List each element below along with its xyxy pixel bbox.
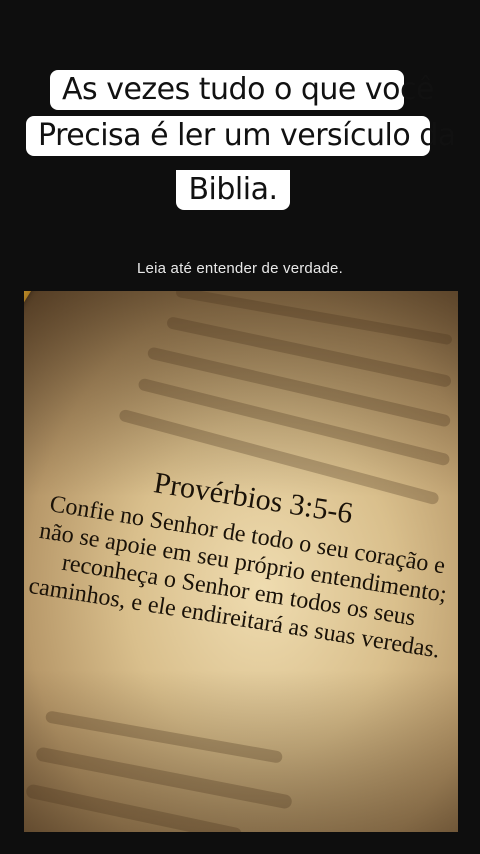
bible-page-photo: Provérbios 3:5-6 Confie no Senhor de tod… xyxy=(24,291,458,832)
caption-line-2: Precisa é ler um versículo da xyxy=(26,116,456,156)
subtitle-text: Leia até entender de verdade. xyxy=(137,260,343,277)
caption-line-1: As vezes tudo o que você xyxy=(50,70,434,110)
caption: As vezes tudo o que você Precisa é ler u… xyxy=(26,70,456,210)
caption-line-3: Biblia. xyxy=(176,170,290,210)
